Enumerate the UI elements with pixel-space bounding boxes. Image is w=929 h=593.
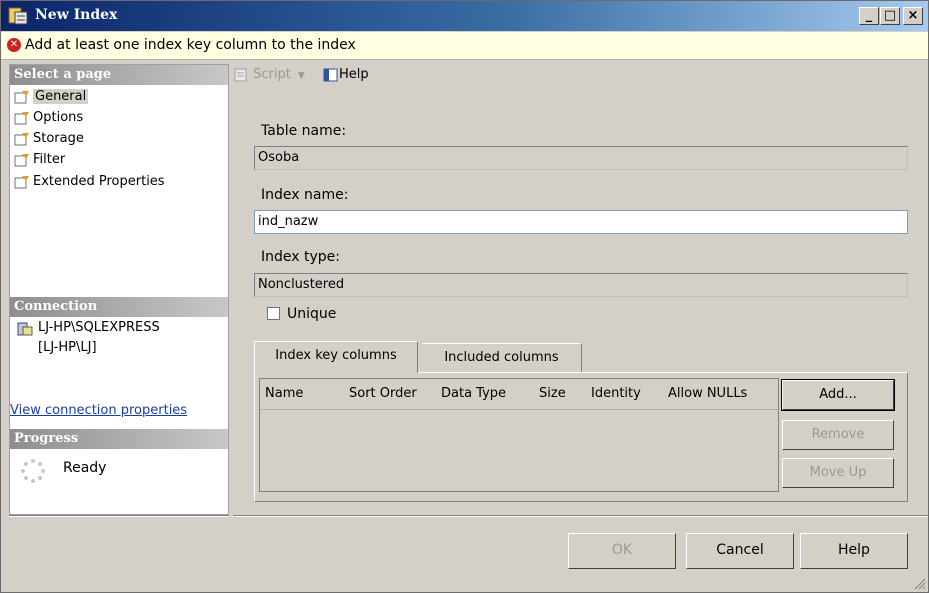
left-separator (9, 515, 229, 517)
page-icon (14, 90, 29, 103)
tab-included-columns[interactable]: Included columns (422, 343, 582, 373)
page-item-storage[interactable]: Storage (14, 129, 84, 149)
close-button[interactable]: × (903, 7, 923, 25)
table-name-field: Osoba (254, 146, 908, 170)
page-icon (14, 175, 29, 188)
column-header-sort-order[interactable]: Sort Order (349, 386, 417, 401)
page-icon (14, 111, 29, 124)
tab-strip: Index key columns Included columns (254, 341, 908, 373)
script-button[interactable]: Script ▼ (233, 67, 305, 82)
add-button[interactable]: Add... (781, 379, 895, 411)
progress-header: Progress (10, 429, 228, 449)
left-panel: Select a page General Options Storage Fi… (9, 64, 229, 515)
column-header-allow-nulls[interactable]: Allow NULLs (668, 386, 747, 401)
page-icon (14, 132, 29, 145)
tab-index-key-columns[interactable]: Index key columns (254, 341, 418, 373)
index-icon (8, 7, 28, 25)
index-name-input[interactable]: ind_nazw (254, 210, 908, 234)
column-header-identity[interactable]: Identity (591, 386, 641, 401)
title-bar[interactable]: New Index _ □ × (1, 1, 928, 31)
close-icon: × (907, 8, 919, 23)
view-connection-properties-link[interactable]: View connection properties (10, 403, 187, 418)
page-label: General (33, 89, 89, 104)
move-up-button[interactable]: Move Up (782, 458, 894, 488)
connection-user: [LJ-HP\LJ] (38, 340, 97, 355)
remove-button[interactable]: Remove (782, 420, 894, 450)
page-label: Options (33, 110, 84, 125)
progress-status: Ready (63, 460, 107, 476)
index-columns-grid[interactable]: Name Sort Order Data Type Size Identity … (259, 378, 779, 492)
cancel-button[interactable]: Cancel (686, 533, 794, 569)
unique-checkbox[interactable] (267, 307, 280, 320)
help-toolbar-button[interactable]: Help (323, 67, 369, 82)
progress-spinner-icon (21, 459, 45, 483)
help-label: Help (339, 67, 369, 82)
page-item-filter[interactable]: Filter (14, 150, 65, 170)
grid-header: Name Sort Order Data Type Size Identity … (260, 379, 778, 410)
minimize-icon: _ (865, 8, 873, 23)
page-item-options[interactable]: Options (14, 108, 83, 128)
page-icon (14, 153, 29, 166)
page-item-general[interactable]: General (14, 87, 89, 107)
chevron-down-icon: ▼ (295, 71, 305, 81)
help-icon (323, 68, 338, 81)
table-name-label: Table name: (261, 123, 347, 139)
script-label: Script (253, 67, 291, 82)
column-header-name[interactable]: Name (265, 386, 303, 401)
error-message: Add at least one index key column to the… (25, 37, 356, 53)
column-header-size[interactable]: Size (539, 386, 566, 401)
maximize-icon: □ (883, 8, 897, 23)
page-label: Extended Properties (33, 174, 165, 189)
index-type-label: Index type: (261, 249, 340, 265)
window-title: New Index (35, 7, 118, 23)
page-item-extended-properties[interactable]: Extended Properties (14, 172, 165, 192)
error-message-bar: ✕ Add at least one index key column to t… (1, 32, 928, 60)
unique-label: Unique (287, 306, 337, 322)
connection-header: Connection (10, 297, 228, 317)
select-page-header: Select a page (10, 65, 228, 85)
maximize-button[interactable]: □ (880, 7, 900, 25)
minimize-button[interactable]: _ (859, 7, 879, 25)
footer-separator (233, 515, 928, 517)
page-label: Storage (33, 131, 84, 146)
server-icon (17, 322, 33, 336)
index-type-field: Nonclustered (254, 273, 908, 297)
column-header-data-type[interactable]: Data Type (441, 386, 506, 401)
connection-server: LJ-HP\SQLEXPRESS (38, 320, 160, 335)
new-index-dialog: New Index _ □ × ✕ Add at least one index… (0, 0, 929, 593)
page-label: Filter (33, 152, 66, 167)
ok-button[interactable]: OK (568, 533, 676, 569)
index-name-label: Index name: (261, 187, 349, 203)
help-button[interactable]: Help (800, 533, 908, 569)
script-icon (234, 68, 247, 81)
resize-grip-icon[interactable] (912, 576, 926, 590)
error-icon: ✕ (7, 38, 21, 52)
